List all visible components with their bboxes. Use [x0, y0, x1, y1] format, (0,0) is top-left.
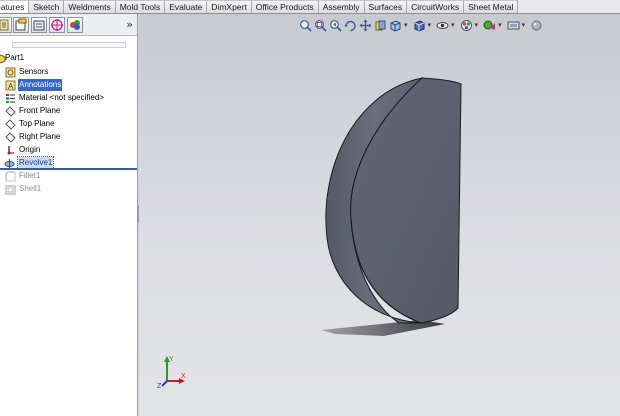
graphics-area[interactable]: ▾ ▾ ▾ ▾ ▾ ▾ Y X Z [139, 14, 620, 416]
panel-expand-icon[interactable]: » [126, 18, 133, 31]
display-manager-icon [70, 20, 80, 30]
tree-item-label: Material <not specified> [19, 93, 104, 102]
configuration-manager-icon [33, 20, 45, 31]
sensors-icon [5, 67, 16, 78]
tree-filter-bar[interactable] [12, 42, 126, 48]
panel-tab-strip: » [0, 14, 137, 36]
rollback-bar[interactable] [0, 168, 137, 170]
coordinate-triad: Y X Z [157, 356, 186, 389]
plane-icon [5, 106, 16, 117]
tab-assembly[interactable]: Assembly [318, 0, 365, 13]
tree-item-label: Origin [19, 145, 41, 154]
tab-surfaces[interactable]: Surfaces [364, 0, 408, 13]
property-manager-tab[interactable] [13, 17, 29, 33]
plane-icon [5, 119, 16, 130]
shell-icon [5, 185, 16, 195]
dimxpert-manager-tab[interactable] [49, 17, 65, 33]
dimxpert-manager-icon [51, 19, 63, 31]
annotations-icon: A [5, 80, 16, 91]
material-icon [6, 94, 15, 103]
tab-sheet-metal[interactable]: Sheet Metal [464, 0, 519, 13]
svg-text:Y: Y [169, 356, 174, 363]
tree-item-label: Top Plane [19, 119, 55, 128]
svg-text:A: A [8, 82, 14, 91]
command-manager-tabs: eaturesSketchWeldmentsMold ToolsEvaluate… [0, 0, 620, 14]
configuration-manager-tab[interactable] [31, 17, 47, 33]
feature-manager-tab[interactable] [0, 17, 12, 33]
svg-text:X: X [181, 373, 186, 380]
tree-item-label: Annotations [18, 79, 63, 91]
tree-item-label: Shell1 [19, 184, 42, 193]
tree-item-label: Sensors [19, 67, 49, 76]
feature-manager-panel: » Part1 Sensors A Annotations Material <… [0, 14, 138, 416]
svg-text:Z: Z [157, 383, 162, 389]
tab-office-products[interactable]: Office Products [251, 0, 319, 13]
tab-eatures[interactable]: eatures [0, 0, 30, 13]
tab-dimxpert[interactable]: DimXpert [207, 0, 252, 13]
tab-evaluate[interactable]: Evaluate [165, 0, 208, 13]
revolved-part-model[interactable] [139, 14, 620, 416]
fillet-icon [5, 171, 16, 182]
tree-item-label: Right Plane [19, 132, 61, 141]
display-manager-tab[interactable] [67, 17, 83, 33]
tree-item-label: Fillet1 [19, 171, 41, 180]
origin-icon [7, 146, 14, 155]
tab-weldments[interactable]: Weldments [64, 0, 116, 13]
tree-item-label: Front Plane [19, 106, 61, 115]
property-manager-icon [15, 18, 27, 31]
tab-circuitworks[interactable]: CircuitWorks [407, 0, 465, 13]
tab-sketch[interactable]: Sketch [29, 0, 65, 13]
tree-item-label: Part1 [5, 53, 25, 62]
feature-manager-icon [0, 19, 9, 31]
plane-icon [5, 132, 16, 143]
tab-mold-tools[interactable]: Mold Tools [115, 0, 166, 13]
